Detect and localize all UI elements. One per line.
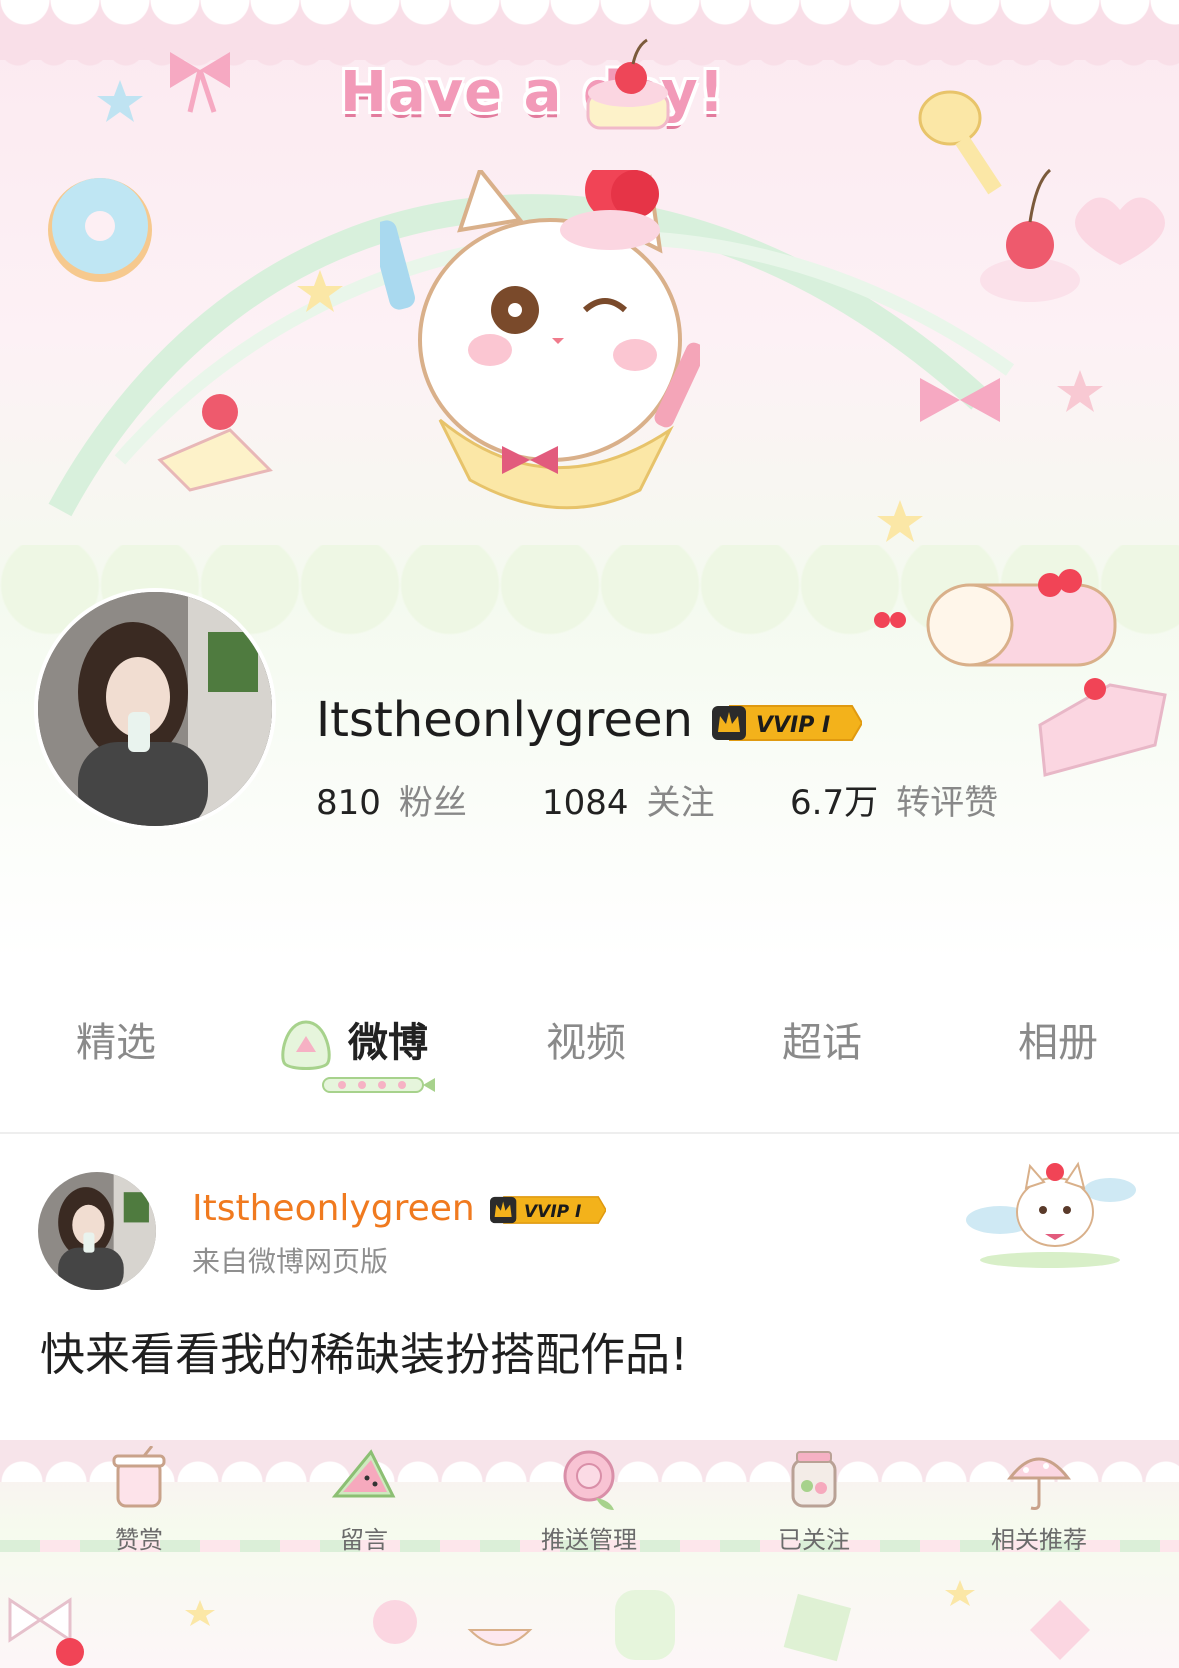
action-comment-label: 留言	[340, 1526, 388, 1554]
rice-cake-icon	[281, 1020, 331, 1070]
jar-icon	[791, 1451, 837, 1508]
stat-following-value: 1084	[542, 783, 629, 823]
post-avatar-photo	[38, 1172, 156, 1290]
stat-followers[interactable]: 810 粉丝	[316, 775, 467, 824]
tab-featured[interactable]: 精选	[76, 1010, 156, 1068]
action-push-settings[interactable]: 推送管理	[499, 1446, 679, 1555]
tab-supertopic[interactable]: 超话	[782, 1010, 862, 1068]
action-tip[interactable]: 赞赏	[49, 1446, 229, 1555]
stat-followers-value: 810	[316, 783, 381, 823]
cat-illustration	[380, 170, 700, 510]
post-author-name[interactable]: Itstheonlygreen	[192, 1188, 475, 1229]
avatar-photo	[38, 592, 272, 826]
watermelon-icon	[331, 1449, 396, 1498]
action-push-settings-label: 推送管理	[541, 1526, 637, 1554]
vvip-badge-text: VVIP I	[756, 713, 830, 738]
title-cake-icon	[586, 38, 670, 130]
action-recommend[interactable]: 相关推荐	[949, 1446, 1129, 1555]
cake-roll-decoration	[874, 569, 1167, 777]
vvip-badge[interactable]: VVIP I	[712, 704, 862, 742]
post-source: 来自微博网页版	[192, 1245, 389, 1278]
tab-album[interactable]: 相册	[1018, 1010, 1098, 1068]
action-comment[interactable]: 留言	[274, 1446, 454, 1555]
post-cat-decoration	[966, 1161, 1136, 1268]
stat-interactions[interactable]: 6.7万 转评赞	[790, 775, 998, 824]
bottom-decorations	[8, 1580, 1090, 1666]
stat-interactions-label: 转评赞	[896, 783, 999, 823]
post-text: 快来看看我的稀缺装扮搭配作品!	[40, 1328, 689, 1381]
tab-weibo[interactable]: 微博	[348, 1010, 428, 1068]
post-vvip-badge-text: VVIP I	[524, 1202, 581, 1222]
action-following-label: 已关注	[778, 1526, 850, 1554]
flower-icon	[563, 1450, 615, 1510]
profile-username: Itstheonlygreen	[316, 692, 693, 748]
action-recommend-label: 相关推荐	[991, 1526, 1087, 1554]
stat-followers-label: 粉丝	[398, 783, 467, 823]
post-author-avatar[interactable]	[38, 1172, 156, 1290]
cup-icon	[112, 1446, 166, 1508]
post-vvip-badge[interactable]: VVIP I	[490, 1195, 606, 1225]
stat-following-label: 关注	[646, 783, 715, 823]
profile-avatar[interactable]	[38, 592, 272, 826]
tabs-divider	[0, 1132, 1179, 1134]
tab-active-indicator	[322, 1077, 435, 1093]
umbrella-icon	[1006, 1457, 1072, 1510]
action-following[interactable]: 已关注	[724, 1446, 904, 1555]
stat-following[interactable]: 1084 关注	[542, 775, 715, 824]
tab-video[interactable]: 视频	[546, 1010, 626, 1068]
action-tip-label: 赞赏	[115, 1526, 163, 1554]
stat-interactions-value: 6.7万	[790, 783, 879, 823]
profile-tabs: 精选 微博 视频 超话 相册	[0, 1010, 1179, 1120]
